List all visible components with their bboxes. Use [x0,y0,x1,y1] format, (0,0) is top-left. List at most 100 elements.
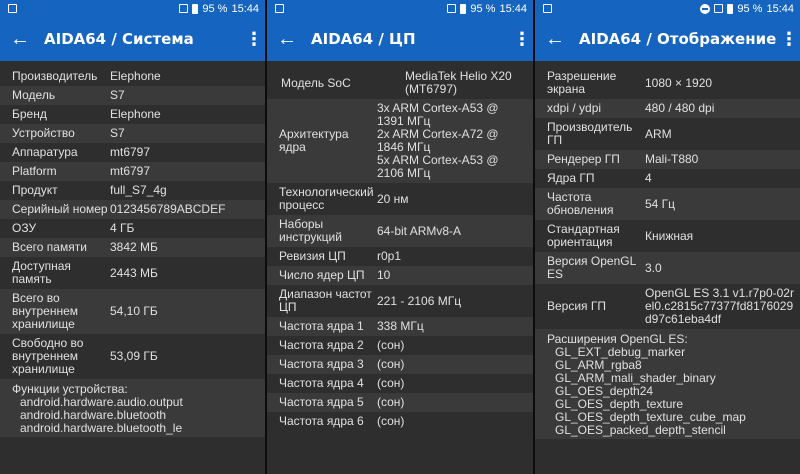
row-key: Серийный номер [12,202,108,216]
row-value: S7 [110,88,125,102]
info-row: ОЗУ 4 ГБ [0,219,265,238]
info-row: Производитель ГП ARM [535,118,800,150]
image-notification-icon [275,4,284,13]
row-key: Всего во внутреннем хранилище [12,291,79,331]
row-key: Частота обновления [547,190,614,217]
toolbar: ← AIDA64 / Система ⋮ [0,17,265,61]
info-row: Частота ядра 5 (сон) [267,393,533,412]
row-value: 0123456789ABCDEF [110,202,226,216]
battery-level: 95 % [737,2,763,15]
row-value: 53,09 ГБ [110,349,158,363]
info-row: Серийный номер 0123456789ABCDEF [0,200,265,219]
row-value: mt6797 [110,145,151,159]
no-sim-icon [714,4,724,13]
screens-container: 95 % 15:44 ← AIDA64 / Система ⋮ Производ… [0,0,800,474]
row-value: 4 ГБ [110,221,135,235]
row-key: Продукт [12,183,58,197]
row-key: Устройство [12,126,75,140]
row-key: Всего памяти [12,240,87,254]
row-key: Производитель [12,69,98,83]
row-value: (сон) [377,357,405,371]
clock: 15:44 [231,2,259,15]
toolbar: ← AIDA64 / ЦП ⋮ [267,17,533,61]
battery-level: 95 % [470,2,496,15]
clock: 15:44 [766,2,794,15]
opengl-extensions-block: Расширения OpenGL ES: GL_EXT_debug_marke… [535,329,800,439]
extension-item: GL_OES_packed_depth_stencil [555,423,726,437]
battery-level: 95 % [202,2,228,15]
row-key: Частота ядра 4 [279,376,364,390]
info-row: Версия ГП OpenGL ES 3.1 v1.r7p0-02rel0.c2… [535,284,800,329]
row-key: Аппаратура [12,145,78,159]
row-value: Elephone [110,107,161,121]
row-value: 3x ARM Cortex-A53 @ 1391 МГц 2x ARM Cort… [377,101,499,180]
row-key: Архитектура ядра [279,127,349,154]
info-row: Частота ядра 4 (сон) [267,374,533,393]
row-key: Platform [12,164,57,178]
row-key: ОЗУ [12,221,37,235]
row-key: Технологический процесс [279,185,374,212]
row-key: Ревизия ЦП [279,249,346,263]
info-row: Platform mt6797 [0,162,265,181]
overflow-menu-icon[interactable]: ⋮ [513,30,531,48]
row-key: xdpi / ydpi [547,101,602,115]
clock: 15:44 [499,2,527,15]
info-list[interactable]: Разрешение экрана 1080 × 1920 xdpi / ydpi… [535,61,800,474]
info-row: Всего во внутреннем хранилище 54,10 ГБ [0,289,265,334]
info-row: Технологический процесс 20 нм [267,183,533,215]
battery-icon [460,3,467,14]
info-row: Ядра ГП 4 [535,169,800,188]
toolbar: ← AIDA64 / Отображение ⋮ [535,17,800,61]
info-row: Разрешение экрана 1080 × 1920 [535,67,800,99]
info-row: Рендерер ГП Mali-T880 [535,150,800,169]
row-key: Частота ядра 1 [279,319,364,333]
row-value: S7 [110,126,125,140]
info-row: Модель S7 [0,86,265,105]
screen-cpu: 95 % 15:44 ← AIDA64 / ЦП ⋮ Модель SoC Med… [267,0,533,474]
info-row: Аппаратура mt6797 [0,143,265,162]
row-key: Частота ядра 5 [279,395,364,409]
row-key: Модель SoC [281,75,351,90]
info-row: Частота ядра 6 (сон) [267,412,533,431]
info-list[interactable]: Производитель Elephone Модель S7 Бренд Elep… [0,61,265,474]
row-value: mt6797 [110,164,151,178]
info-row: Частота обновления 54 Гц [535,188,800,220]
row-key: Доступная память [12,259,71,286]
row-key: Стандартная ориентация [547,222,620,249]
row-key: Частота ядра 6 [279,414,364,428]
row-value: Mali-T880 [645,152,699,166]
back-arrow-icon[interactable]: ← [10,29,34,49]
overflow-menu-icon[interactable]: ⋮ [780,30,798,48]
battery-icon [727,3,734,14]
info-row: Свободно во внутреннем хранилище 53,09 ГБ [0,334,265,379]
row-value: 2443 МБ [110,265,158,280]
row-key: Частота ядра 2 [279,338,364,352]
page-title: AIDA64 / Система [44,30,194,48]
info-row: Частота ядра 1 338 МГц [267,317,533,336]
info-list[interactable]: Модель SoC MediaTek Helio X20 (MT6797) Ар… [267,61,533,474]
row-key: Частота ядра 3 [279,357,364,371]
row-key: Версия OpenGL ES [547,254,636,281]
row-key: Производитель ГП [547,120,633,147]
row-value: 3.0 [645,260,662,275]
row-value: 338 МГц [377,319,424,333]
status-bar: 95 % 15:44 [267,0,533,17]
row-value: OpenGL ES 3.1 v1.r7p0-02rel0.c2815c77377… [645,286,794,326]
row-key: Свободно во внутреннем хранилище [12,336,84,376]
page-title: AIDA64 / Отображение [579,30,777,48]
row-value: 221 - 2106 МГц [377,293,462,308]
row-key: Ядра ГП [547,171,595,185]
back-arrow-icon[interactable]: ← [277,29,301,49]
overflow-menu-icon[interactable]: ⋮ [245,30,263,48]
row-value: (сон) [377,395,405,409]
row-value: (сон) [377,376,405,390]
row-key: Наборы инструкций [279,217,342,244]
row-value: 1080 × 1920 [645,75,713,90]
info-row: Бренд Elephone [0,105,265,124]
feature-item: android.hardware.bluetooth_le [20,421,183,435]
row-key: Модель [12,88,56,102]
row-value: 3842 МБ [110,240,158,254]
row-value: 54 Гц [645,196,676,211]
back-arrow-icon[interactable]: ← [545,29,569,49]
info-row: Число ядер ЦП 10 [267,266,533,285]
